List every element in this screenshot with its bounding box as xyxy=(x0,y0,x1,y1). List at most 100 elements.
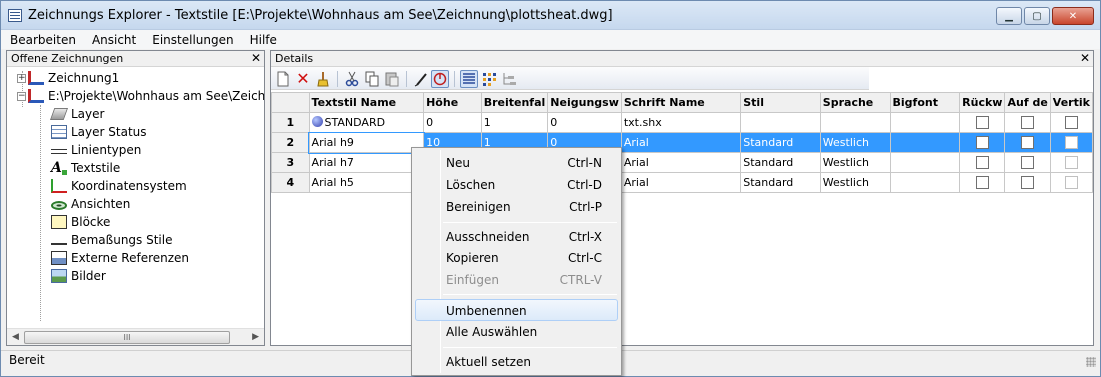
tree-item-plottsheat[interactable]: − E:\Projekte\Wohnhaus am See\Zeichnung xyxy=(17,87,264,105)
cell-bigfont[interactable] xyxy=(889,172,961,193)
column-header-sprache[interactable]: Sprache xyxy=(819,92,891,113)
cell-bigfont[interactable] xyxy=(889,132,961,153)
menu-item-loeschen[interactable]: Löschen Ctrl-D xyxy=(415,174,618,196)
rename-icon[interactable] xyxy=(412,70,430,88)
new-icon[interactable] xyxy=(274,70,292,88)
tree-item-textstile[interactable]: A Textstile xyxy=(51,159,120,177)
cell-schrift[interactable]: Arial xyxy=(620,152,742,173)
table-row-selected[interactable]: 2 Arial h9 10 1 0 Arial Standard Westlic… xyxy=(271,131,1094,154)
resize-grip-icon[interactable] xyxy=(1086,357,1096,367)
tree-item-ansichten[interactable]: Ansichten xyxy=(51,195,130,213)
cell-name[interactable]: Arial h7 xyxy=(308,152,425,173)
menu-einstellungen[interactable]: Einstellungen xyxy=(151,33,234,47)
checkbox-auf-dem-kopf[interactable] xyxy=(1021,136,1035,150)
column-header-bigfont[interactable]: Bigfont xyxy=(889,92,961,113)
scroll-thumb[interactable]: III xyxy=(24,331,230,344)
table-row[interactable]: 4 Arial h5 Arial Standard Westlich xyxy=(271,172,1094,193)
paste-icon[interactable] xyxy=(383,70,401,88)
collapse-icon[interactable]: − xyxy=(17,91,26,101)
menu-item-umbenennen[interactable]: Umbenennen xyxy=(415,299,618,321)
icon-view-icon[interactable] xyxy=(480,70,498,88)
dimension-style-icon xyxy=(51,236,67,245)
column-header-breitenfaktor[interactable]: Breitenfal xyxy=(480,92,549,113)
cell-sprache[interactable] xyxy=(819,112,891,133)
cell-name[interactable]: STANDARD xyxy=(308,112,425,133)
cell-neigung[interactable]: 0 xyxy=(547,112,622,133)
cell-schrift[interactable]: Arial xyxy=(620,172,742,193)
cell-sprache[interactable]: Westlich xyxy=(819,132,891,153)
tree-item-zeichnung1[interactable]: + Zeichnung1 xyxy=(17,69,119,87)
tree-view-icon[interactable] xyxy=(500,70,518,88)
menu-item-neu[interactable]: Neu Ctrl-N xyxy=(415,152,618,174)
maximize-button[interactable]: ▢ xyxy=(1024,7,1050,25)
cell-sprache[interactable]: Westlich xyxy=(819,172,891,193)
scroll-left-icon[interactable]: ◀ xyxy=(12,332,19,342)
menu-item-einfuegen[interactable]: Einfügen CTRL-V xyxy=(415,269,618,291)
cell-breite[interactable]: 1 xyxy=(480,112,549,133)
checkbox-auf-dem-kopf[interactable] xyxy=(1021,156,1035,170)
menu-item-bereinigen[interactable]: Bereinigen Ctrl-P xyxy=(415,196,618,218)
checkbox-vertikal[interactable] xyxy=(1064,136,1078,150)
menu-item-aktuell-setzen[interactable]: Aktuell setzen xyxy=(415,351,618,373)
cut-icon[interactable] xyxy=(343,70,361,88)
column-header-schrift[interactable]: Schrift Name xyxy=(620,92,742,113)
tree-item-bemassungs-stile[interactable]: Bemaßungs Stile xyxy=(51,231,172,249)
checkbox-auf-dem-kopf[interactable] xyxy=(1021,176,1035,190)
checkbox-vertikal[interactable] xyxy=(1064,156,1078,170)
table-row[interactable]: 1 STANDARD 0 1 0 txt.shx xyxy=(271,112,1094,133)
checkbox-auf-dem-kopf[interactable] xyxy=(1021,116,1035,130)
menu-hilfe[interactable]: Hilfe xyxy=(249,33,278,47)
cell-name-editor[interactable]: Arial h9 xyxy=(308,131,425,154)
table-row[interactable]: 3 Arial h7 Arial Standard Westlich xyxy=(271,152,1094,173)
expand-icon[interactable]: + xyxy=(17,73,26,83)
cell-sprache[interactable]: Westlich xyxy=(819,152,891,173)
column-header-rueckwaerts[interactable]: Rückw xyxy=(959,92,1006,113)
tree-item-linientypen[interactable]: Linientypen xyxy=(51,141,141,159)
menu-bar: Bearbeiten Ansicht Einstellungen Hilfe xyxy=(1,30,1100,49)
tree-item-layer[interactable]: Layer xyxy=(50,105,104,123)
column-header-name[interactable]: Textstil Name xyxy=(308,92,425,113)
cell-bigfont[interactable] xyxy=(889,152,961,173)
menu-item-ausschneiden[interactable]: Ausschneiden Ctrl-X xyxy=(415,226,618,248)
menu-ansicht[interactable]: Ansicht xyxy=(91,33,137,47)
cell-stil[interactable]: Standard xyxy=(740,172,821,193)
tree-item-koordinatensystem[interactable]: Koordinatensystem xyxy=(51,177,187,195)
column-header-neigungswinkel[interactable]: Neigungsw xyxy=(547,92,622,113)
copy-icon[interactable] xyxy=(363,70,381,88)
tree-item-bilder[interactable]: Bilder xyxy=(51,267,106,285)
cell-stil[interactable] xyxy=(740,112,821,133)
minimize-button[interactable]: ▁ xyxy=(996,7,1022,25)
set-current-icon[interactable] xyxy=(431,70,449,88)
tree-item-externe-referenzen[interactable]: Externe Referenzen xyxy=(51,249,189,267)
checkbox-rueckwaerts[interactable] xyxy=(975,116,989,130)
column-header-hoehe[interactable]: Höhe xyxy=(423,92,482,113)
cell-schrift[interactable]: txt.shx xyxy=(620,112,742,133)
checkbox-vertikal[interactable] xyxy=(1064,116,1078,130)
cell-name[interactable]: Arial h5 xyxy=(308,172,425,193)
checkbox-vertikal[interactable] xyxy=(1064,176,1078,190)
close-button[interactable]: ✕ xyxy=(1052,7,1094,25)
scroll-right-icon[interactable]: ▶ xyxy=(252,332,259,342)
cell-stil[interactable]: Standard xyxy=(740,152,821,173)
column-header-auf-dem-kopf[interactable]: Auf de xyxy=(1004,92,1051,113)
column-header-vertikal[interactable]: Vertik xyxy=(1049,92,1094,113)
pane-close-icon[interactable]: ✕ xyxy=(1080,51,1090,66)
menu-item-alle-auswaehlen[interactable]: Alle Auswählen xyxy=(415,321,618,343)
cell-schrift[interactable]: Arial xyxy=(620,132,742,153)
menu-bearbeiten[interactable]: Bearbeiten xyxy=(9,33,77,47)
menu-item-kopieren[interactable]: Kopieren Ctrl-C xyxy=(415,247,618,269)
column-header-stil[interactable]: Stil xyxy=(740,92,821,113)
checkbox-rueckwaerts[interactable] xyxy=(975,136,989,150)
cell-stil[interactable]: Standard xyxy=(740,132,821,153)
tree-item-bloecke[interactable]: Blöcke xyxy=(51,213,110,231)
horizontal-scrollbar[interactable]: ◀ III ▶ xyxy=(7,328,264,345)
checkbox-rueckwaerts[interactable] xyxy=(975,176,989,190)
delete-icon[interactable]: ✕ xyxy=(294,70,312,88)
cell-hoehe[interactable]: 0 xyxy=(423,112,482,133)
purge-icon[interactable] xyxy=(314,70,332,88)
pane-close-icon[interactable]: ✕ xyxy=(251,51,261,66)
tree-item-layer-status[interactable]: Layer Status xyxy=(51,123,147,141)
details-view-icon[interactable] xyxy=(460,70,478,88)
checkbox-rueckwaerts[interactable] xyxy=(975,156,989,170)
cell-bigfont[interactable] xyxy=(889,112,961,133)
